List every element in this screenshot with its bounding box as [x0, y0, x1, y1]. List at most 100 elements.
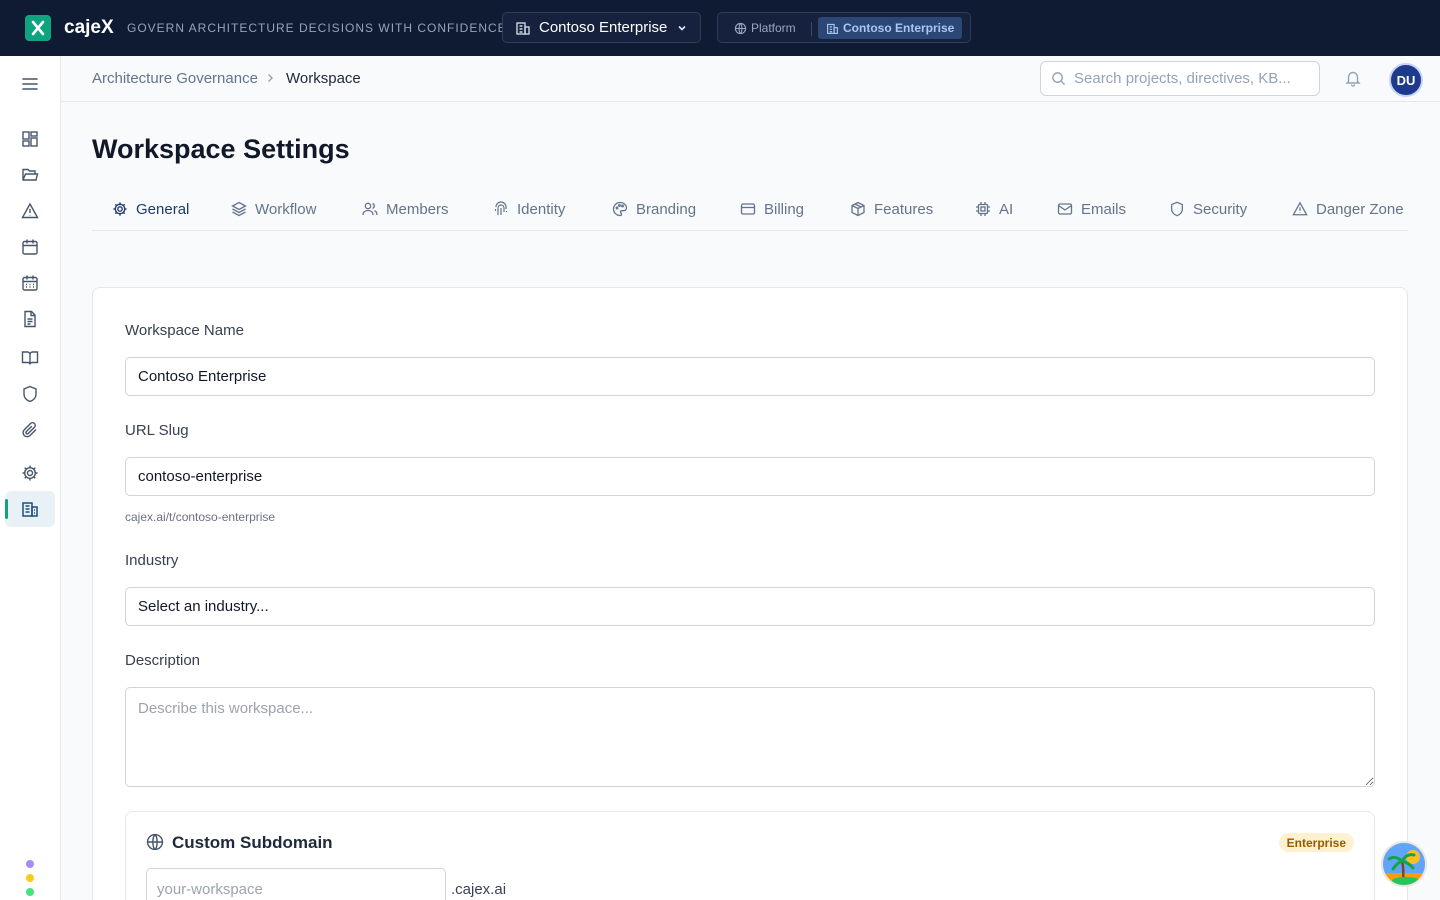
- shield-icon: [1171, 201, 1183, 217]
- gear-icon: [22, 465, 38, 481]
- workspace-selector[interactable]: Contoso Enterprise: [502, 12, 701, 43]
- sidebar-item-calendar[interactable]: [5, 229, 55, 265]
- search-icon: [1052, 72, 1066, 86]
- url-slug-hint: cajex.ai/t/contoso-enterprise: [125, 510, 276, 524]
- url-slug-label: URL Slug: [125, 422, 189, 439]
- workspace-context-button[interactable]: Contoso Enterprise: [818, 17, 963, 39]
- description-label: Description: [125, 652, 201, 669]
- book-icon: [21, 351, 39, 365]
- tab-general[interactable]: General: [108, 188, 193, 230]
- mail-icon: [1057, 203, 1073, 215]
- sidebar-item-projects[interactable]: [5, 157, 55, 193]
- tab-label: Workflow: [255, 200, 317, 218]
- logo-icon[interactable]: [25, 15, 51, 41]
- sidebar-item-attachments[interactable]: [5, 412, 55, 448]
- status-dot: [26, 860, 34, 868]
- folder-icon: [22, 168, 39, 181]
- sidebar: [0, 56, 61, 900]
- platform-context-label: Platform: [751, 21, 796, 35]
- tab-features[interactable]: Features: [846, 188, 937, 230]
- sidebar-item-workspace[interactable]: [5, 491, 55, 527]
- global-search[interactable]: [1040, 61, 1320, 96]
- tab-billing[interactable]: Billing: [736, 188, 808, 230]
- credit-card-icon: [740, 203, 756, 215]
- top-bar: cajeX GOVERN ARCHITECTURE DECISIONS WITH…: [0, 0, 1440, 56]
- chip-icon: [976, 202, 990, 216]
- warning-icon: [21, 202, 39, 219]
- users-icon: [362, 202, 378, 216]
- menu-toggle-button[interactable]: [5, 66, 55, 102]
- tab-label: Members: [386, 200, 449, 218]
- url-slug-input[interactable]: [125, 457, 1375, 496]
- custom-subdomain-section: Custom Subdomain Enterprise .cajex.ai: [125, 811, 1375, 900]
- workspace-name-input[interactable]: [125, 357, 1375, 396]
- status-dot: [26, 888, 34, 896]
- breadcrumb-root-link[interactable]: Architecture Governance: [92, 71, 258, 87]
- status-dot: [26, 874, 34, 882]
- custom-subdomain-title: Custom Subdomain: [172, 833, 333, 852]
- building-icon: [22, 502, 38, 517]
- sidebar-item-dashboard[interactable]: [5, 121, 55, 157]
- workspace-selector-label: Contoso Enterprise: [539, 19, 668, 36]
- tab-label: AI: [999, 200, 1014, 218]
- status-dots: [26, 860, 34, 900]
- tab-branding[interactable]: Branding: [608, 188, 700, 230]
- description-textarea[interactable]: [125, 687, 1375, 787]
- globe-icon: [146, 833, 164, 851]
- chevron-down-icon: [676, 22, 688, 34]
- sidebar-item-documents[interactable]: [5, 301, 55, 337]
- notifications-button[interactable]: [1344, 69, 1362, 87]
- tab-members[interactable]: Members: [358, 188, 453, 230]
- tab-label: Emails: [1081, 200, 1127, 218]
- sidebar-item-settings[interactable]: [5, 455, 55, 491]
- tab-workflow[interactable]: Workflow: [227, 188, 320, 230]
- tab-ai[interactable]: AI: [971, 188, 1017, 230]
- bell-icon: [1345, 71, 1361, 87]
- tab-identity[interactable]: Identity: [489, 188, 569, 230]
- subdomain-input[interactable]: [146, 868, 446, 900]
- tab-label: General: [136, 200, 190, 218]
- fingerprint-icon: [494, 201, 508, 215]
- calendar-icon: [22, 239, 38, 255]
- enterprise-badge: Enterprise: [1278, 833, 1354, 852]
- platform-context-button[interactable]: Platform: [734, 20, 796, 36]
- tab-label: Security: [1193, 200, 1248, 218]
- app-name[interactable]: cajeX: [64, 15, 114, 41]
- document-icon: [24, 310, 36, 328]
- sidebar-item-schedule[interactable]: [5, 265, 55, 301]
- context-divider: [811, 22, 812, 36]
- dashboard-icon: [22, 131, 38, 147]
- assistant-launcher-button[interactable]: [1381, 841, 1427, 887]
- tab-security[interactable]: Security: [1165, 188, 1251, 230]
- workspace-name-label: Workspace Name: [125, 322, 244, 339]
- tab-danger-zone[interactable]: Danger Zone: [1288, 188, 1408, 230]
- paperclip-icon: [22, 422, 37, 438]
- building-icon: [515, 20, 531, 36]
- sidebar-item-risks[interactable]: [5, 193, 55, 229]
- building-icon: [827, 23, 838, 34]
- chevron-right-icon: [264, 72, 276, 84]
- sidebar-item-compliance[interactable]: [5, 376, 55, 412]
- search-input[interactable]: [1074, 70, 1304, 87]
- page-title: Workspace Settings: [92, 134, 350, 164]
- workspace-context-label: Contoso Enterprise: [843, 21, 955, 35]
- tab-label: Billing: [764, 200, 805, 218]
- box-icon: [851, 201, 865, 217]
- context-switch: Platform Contoso Enterprise: [717, 12, 971, 43]
- user-avatar[interactable]: DU: [1389, 63, 1423, 97]
- globe-icon: [734, 22, 747, 34]
- tab-label: Features: [874, 200, 934, 218]
- shield-icon: [23, 385, 37, 403]
- breadcrumb-current: Workspace: [286, 70, 361, 87]
- tab-label: Danger Zone: [1316, 200, 1404, 218]
- tab-emails[interactable]: Emails: [1053, 188, 1130, 230]
- palm-tree-icon: [1383, 843, 1425, 885]
- palette-icon: [612, 201, 628, 217]
- industry-select[interactable]: Select an industry...: [125, 587, 1375, 626]
- calendar-grid-icon: [22, 275, 38, 291]
- page-header: Architecture Governance Workspace DU: [61, 56, 1440, 102]
- industry-label: Industry: [125, 552, 179, 569]
- gear-icon: [113, 202, 127, 216]
- tab-label: Branding: [636, 200, 697, 218]
- sidebar-item-knowledge-base[interactable]: [5, 340, 55, 376]
